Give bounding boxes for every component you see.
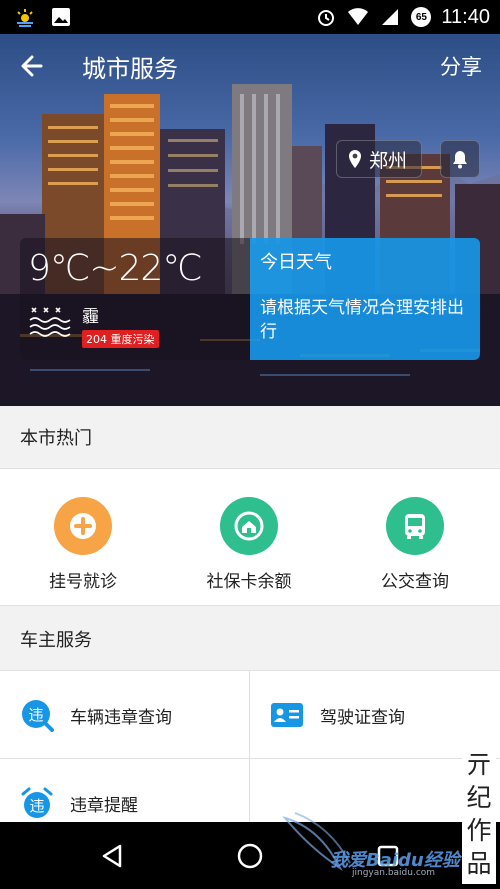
notification-button[interactable] xyxy=(440,140,480,178)
weather-tip-card[interactable]: 今日天气 请根据天气情况合理安排出行 xyxy=(250,238,480,360)
nav-home-button[interactable] xyxy=(230,836,270,876)
hot-item-social-security[interactable]: 社保卡余额 xyxy=(166,497,332,592)
violation-query-item[interactable]: 违 车辆违章查询 xyxy=(0,671,250,759)
haze-icon xyxy=(29,307,71,337)
weather-condition: 霾 xyxy=(82,307,99,327)
hot-item-label: 公交查询 xyxy=(381,572,449,592)
alarm-icon xyxy=(315,6,337,28)
aqi-badge: 204 重度污染 xyxy=(82,330,159,348)
bell-icon xyxy=(453,151,467,169)
watermark-url: jingyan.baidu.com xyxy=(352,868,436,878)
city-name: 郑州 xyxy=(369,149,408,172)
plus-icon xyxy=(70,513,96,539)
license-card-icon xyxy=(270,698,304,732)
home-icon xyxy=(234,511,264,541)
svg-text:违: 违 xyxy=(29,797,44,815)
weather-notification-icon xyxy=(14,6,36,28)
hero-banner: 城市服务 分享 郑州 9℃~22℃ 霾 204 重度污染 今日天气 请根据天气情… xyxy=(0,34,500,406)
hot-section-header: 本市热门 xyxy=(0,406,500,468)
weather-tip-title: 今日天气 xyxy=(260,252,332,273)
page-title: 城市服务 xyxy=(82,54,178,83)
status-bar: 65 11:40 xyxy=(0,0,500,34)
bus-icon xyxy=(405,514,425,539)
hot-section-title: 本市热门 xyxy=(20,428,92,449)
temperature-range: 9℃~22℃ xyxy=(28,248,203,289)
status-time: 11:40 xyxy=(441,5,490,28)
license-query-item[interactable]: 驾驶证查询 xyxy=(250,671,500,759)
city-selector[interactable]: 郑州 xyxy=(336,140,423,178)
wifi-icon xyxy=(347,6,369,28)
share-button[interactable]: 分享 xyxy=(440,51,482,81)
hot-item-bus[interactable]: 公交查询 xyxy=(332,497,498,592)
circle-home-icon xyxy=(237,843,263,869)
back-arrow-icon xyxy=(21,55,43,77)
hot-item-icon-bg xyxy=(386,497,444,555)
hot-item-icon-bg xyxy=(54,497,112,555)
weather-summary-card[interactable]: 9℃~22℃ 霾 204 重度污染 xyxy=(20,238,250,360)
car-section-title: 车主服务 xyxy=(20,630,92,651)
alarm-clock-icon: 违 xyxy=(20,786,54,820)
car-section-header: 车主服务 xyxy=(0,608,500,670)
hot-services-panel: 挂号就诊 社保卡余额 公交查询 xyxy=(0,468,500,606)
hot-item-icon-bg xyxy=(220,497,278,555)
car-services-panel: 违 车辆违章查询 驾驶证查询 违 违章提醒 xyxy=(0,670,500,823)
car-item-label: 车辆违章查询 xyxy=(70,707,172,728)
violation-search-icon: 违 xyxy=(20,698,54,732)
weather-tip-text: 请根据天气情况合理安排出行 xyxy=(260,298,464,342)
car-item-label: 驾驶证查询 xyxy=(320,707,405,728)
hot-item-label: 挂号就诊 xyxy=(49,572,117,592)
battery-icon: 65 xyxy=(411,7,432,27)
hot-item-label: 社保卡余额 xyxy=(206,572,292,592)
top-app-bar: 城市服务 分享 xyxy=(0,34,500,98)
hot-item-registration[interactable]: 挂号就诊 xyxy=(0,497,166,592)
image-notification-icon xyxy=(50,6,72,28)
triangle-back-icon xyxy=(102,844,122,868)
nav-back-button[interactable] xyxy=(92,836,132,876)
author-watermark: 亓纪作品 xyxy=(462,748,496,884)
car-item-label: 违章提醒 xyxy=(70,795,138,816)
signal-icon xyxy=(379,6,401,28)
city-services-screen: 65 11:40 城市服务 分享 郑州 9℃~22℃ 霾 204 重度污染 今日… xyxy=(0,0,500,889)
location-pin-icon xyxy=(349,150,361,168)
svg-text:违: 违 xyxy=(28,706,43,724)
back-button[interactable] xyxy=(0,34,64,98)
